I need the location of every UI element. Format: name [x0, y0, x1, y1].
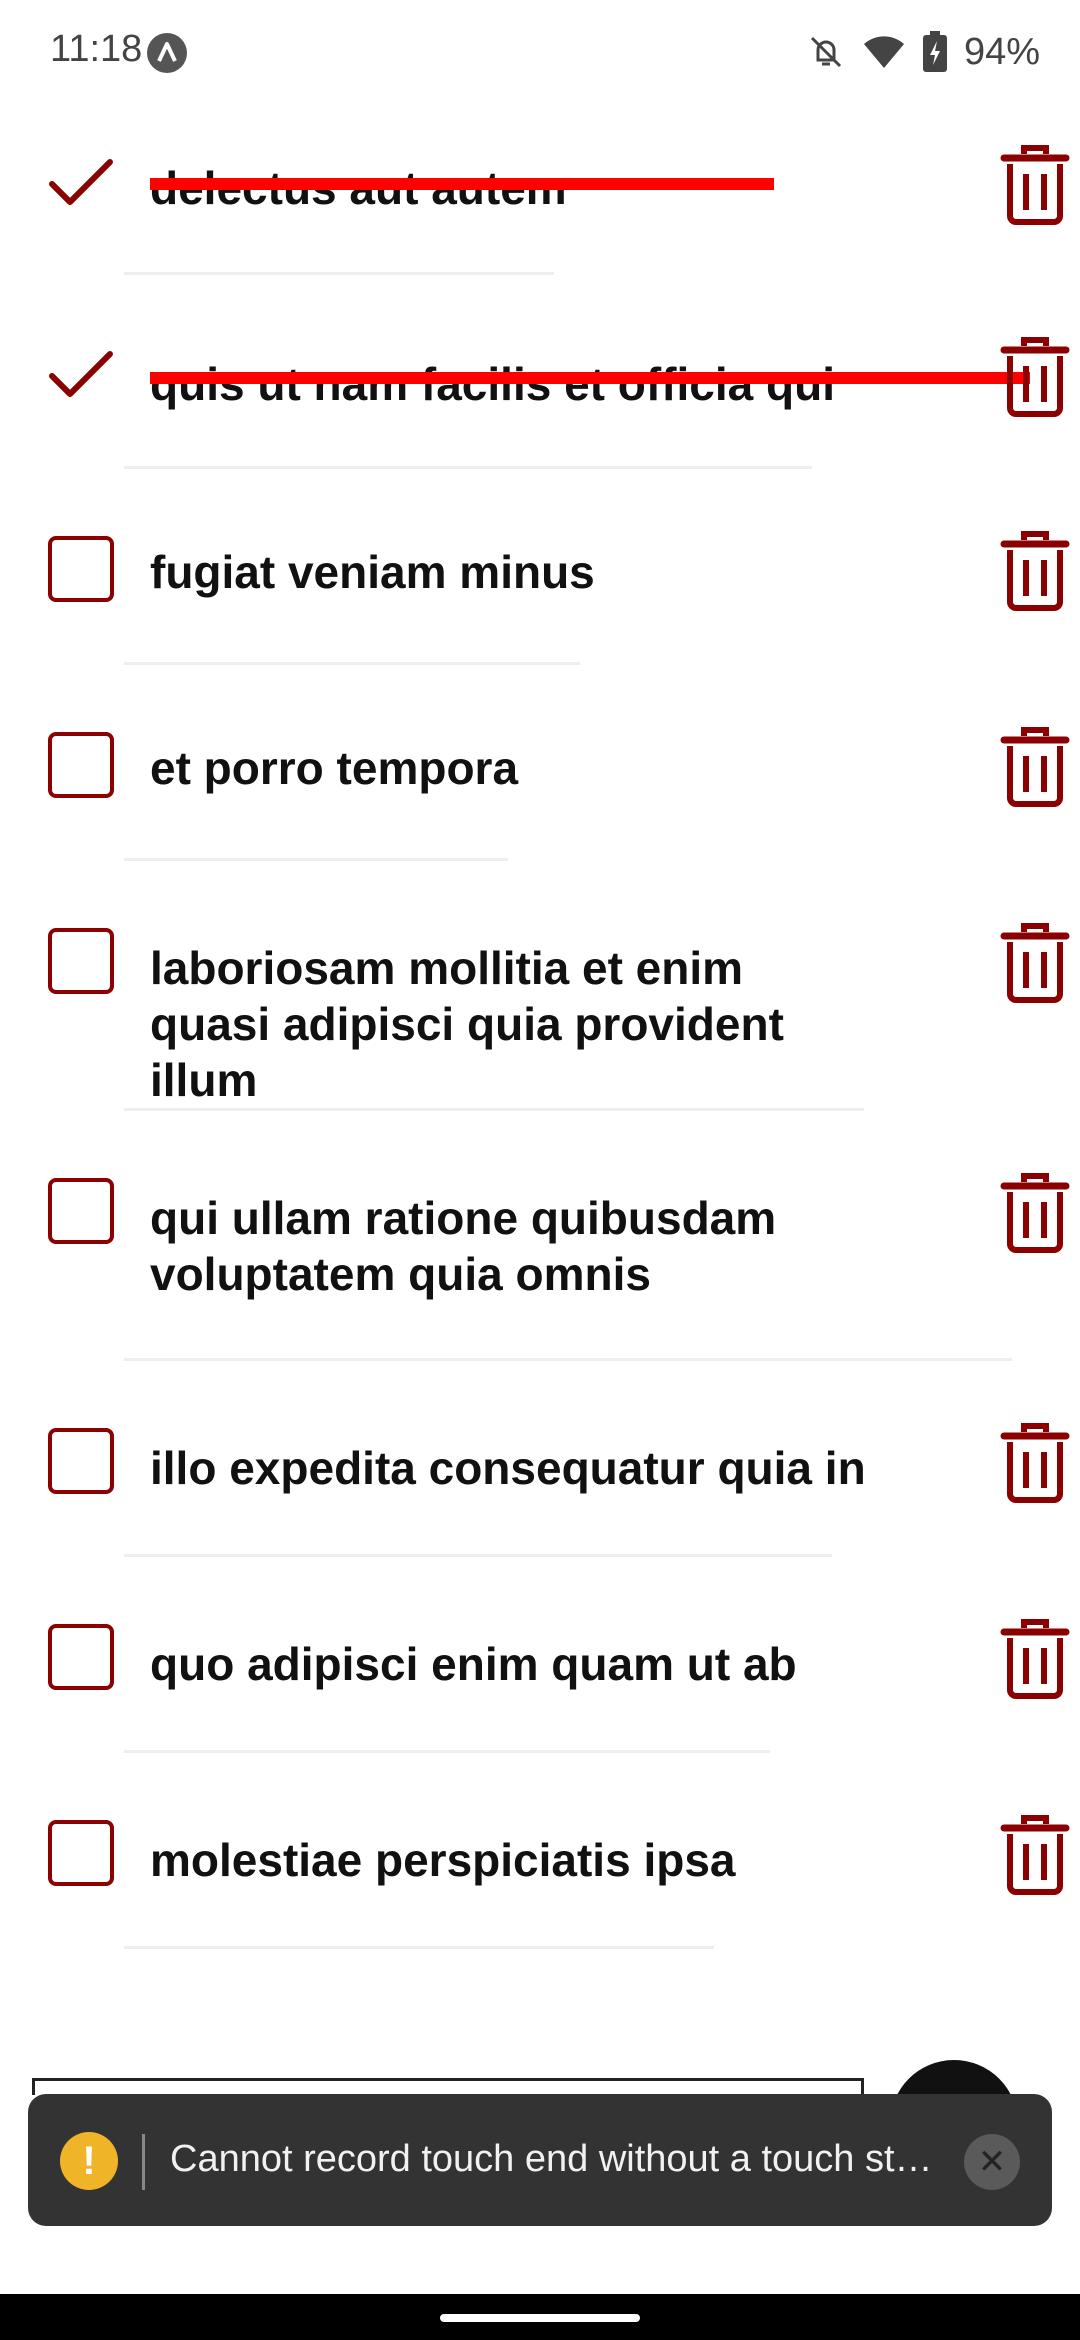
divider [124, 1946, 714, 1949]
new-todo-input[interactable] [32, 2078, 864, 2095]
warning-icon: ! [60, 2132, 118, 2190]
status-time: 11:18 [50, 28, 143, 70]
divider [124, 1554, 832, 1557]
error-toast[interactable]: ! Cannot record touch end without a touc… [28, 2094, 1052, 2226]
trash-icon[interactable] [1000, 922, 1070, 1004]
strikethrough [150, 178, 774, 190]
trash-icon[interactable] [1000, 336, 1070, 418]
checkbox[interactable] [48, 732, 114, 798]
divider [124, 1108, 864, 1111]
checkmark-icon[interactable] [48, 342, 114, 408]
wifi-icon [863, 36, 904, 68]
status-bar: 11:18 94% [0, 0, 1080, 100]
checkbox[interactable] [48, 1428, 114, 1494]
todo-label: molestiae perspiciatis ipsa [150, 1834, 736, 1886]
trash-icon[interactable] [1000, 1172, 1070, 1254]
navigation-bar [0, 2294, 1080, 2340]
close-icon[interactable]: ✕ [964, 2134, 1020, 2190]
divider [124, 662, 580, 665]
toast-message: Cannot record touch end without a touch … [170, 2138, 933, 2180]
todo-label: laboriosam mollitia et enim quasi adipis… [150, 942, 784, 1106]
notifications-off-icon [810, 36, 841, 68]
divider [124, 1358, 1012, 1361]
trash-icon[interactable] [1000, 1422, 1070, 1504]
trash-icon[interactable] [1000, 1814, 1070, 1896]
app-icon [147, 33, 187, 73]
todo-label: qui ullam ratione quibusdam voluptatem q… [150, 1192, 777, 1300]
checkbox[interactable] [48, 1820, 114, 1886]
checkbox[interactable] [48, 1624, 114, 1690]
toast-separator [142, 2134, 145, 2190]
todo-label: et porro tempora [150, 742, 519, 794]
battery-charging-icon [922, 31, 947, 72]
todo-label: quis ut nam facilis et officia qui [150, 358, 835, 410]
home-handle[interactable] [440, 2314, 640, 2322]
todo-label: fugiat veniam minus [150, 546, 595, 598]
trash-icon[interactable] [1000, 530, 1070, 612]
checkbox[interactable] [48, 928, 114, 994]
battery-percentage: 94% [963, 30, 1040, 73]
divider [124, 466, 812, 469]
trash-icon[interactable] [1000, 144, 1070, 226]
divider [124, 858, 508, 861]
trash-icon[interactable] [1000, 726, 1070, 808]
checkbox[interactable] [48, 536, 114, 602]
divider [124, 272, 554, 275]
divider [124, 1750, 770, 1753]
trash-icon[interactable] [1000, 1618, 1070, 1700]
strikethrough [150, 372, 1030, 384]
todo-label: quo adipisci enim quam ut ab [150, 1638, 797, 1690]
checkbox[interactable] [48, 1178, 114, 1244]
todo-label: illo expedita consequatur quia in [150, 1442, 866, 1494]
checkmark-icon[interactable] [48, 150, 114, 216]
